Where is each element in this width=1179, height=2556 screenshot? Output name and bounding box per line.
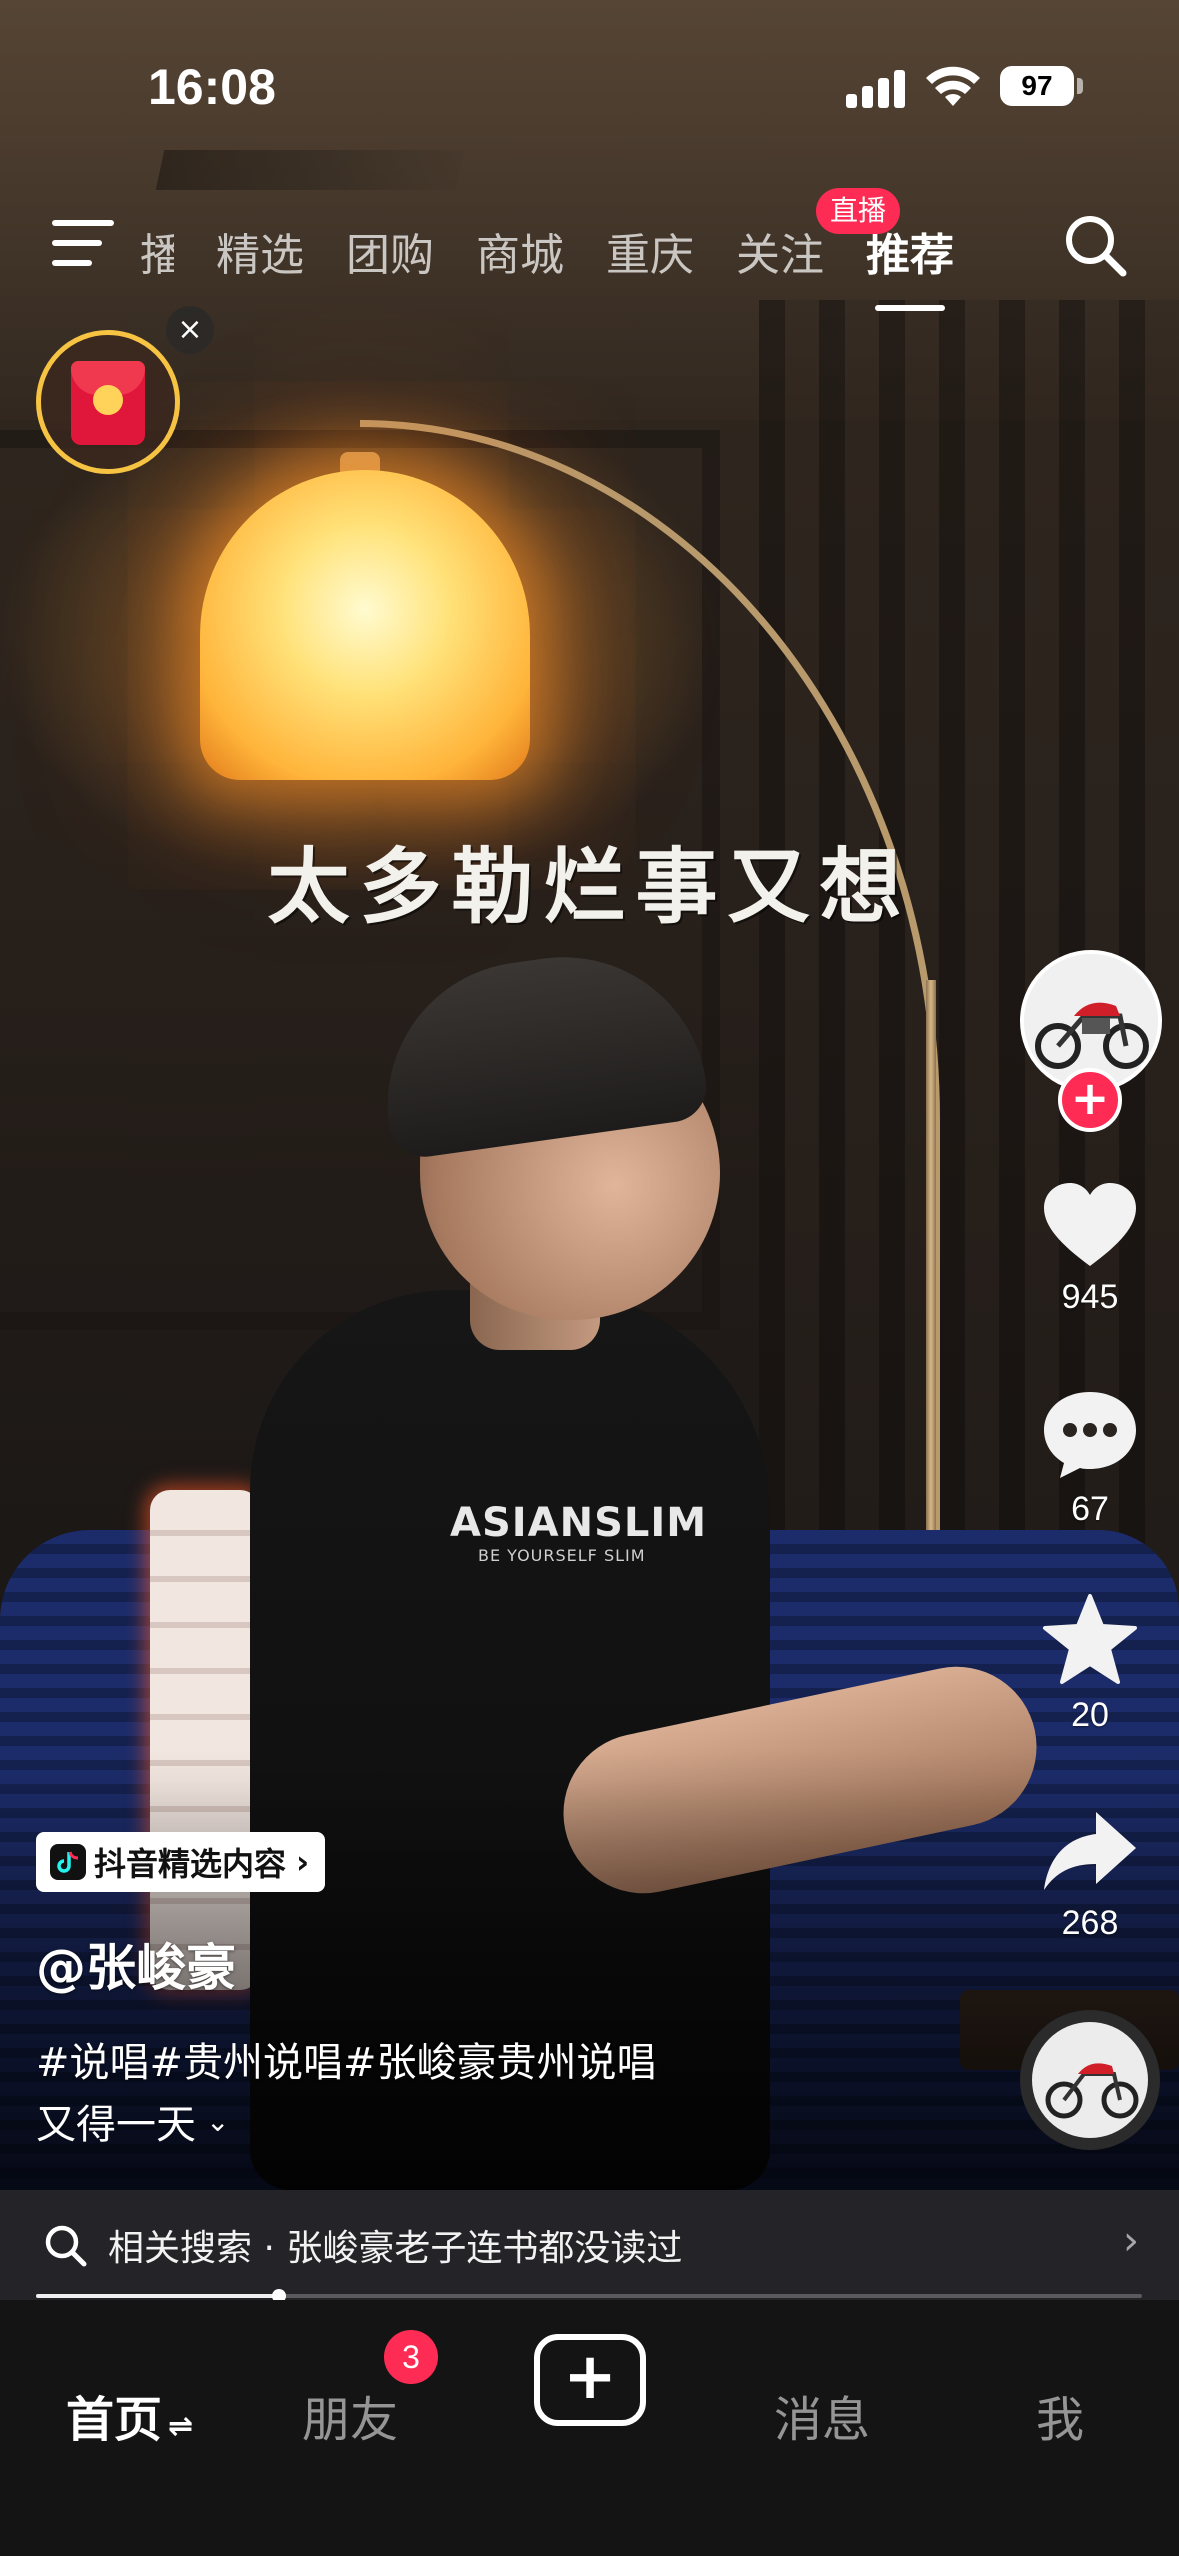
red-packet-close-button[interactable]: × (166, 306, 214, 354)
like-button[interactable]: 945 (1010, 1180, 1170, 1317)
related-search-text: 相关搜索 · 张峻豪老子连书都没读过 (108, 2228, 683, 2269)
shirt-print: ASIANSLIM BE YOURSELF SLIM (450, 1500, 708, 1565)
comment-count: 67 (1071, 1490, 1109, 1528)
lamp-pole (926, 980, 936, 1540)
cellular-signal-icon (846, 68, 906, 108)
share-arrow-icon (1044, 1812, 1136, 1890)
comment-icon (1044, 1392, 1136, 1478)
tab-partial[interactable]: 播 (140, 219, 174, 283)
tab-friends[interactable]: 朋友 (302, 2380, 398, 2450)
hashtags[interactable]: #说唱#贵州说唱#张峻豪贵州说唱 (36, 2030, 657, 2088)
related-search-bar[interactable]: 相关搜索 · 张峻豪老子连书都没读过 › (0, 2190, 1179, 2300)
chevron-right-icon: › (1123, 2218, 1139, 2264)
video-description[interactable]: 又得一天 ⌄ (36, 2092, 229, 2150)
comment-button[interactable]: 67 (1010, 1386, 1170, 1529)
active-tab-underline (875, 305, 945, 311)
lamp-shade (200, 470, 530, 780)
battery-tip (1077, 78, 1083, 94)
chevron-right-icon: › (296, 1843, 310, 1881)
like-count: 945 (1061, 1278, 1119, 1316)
music-disc-cover (1032, 2022, 1148, 2138)
music-disc[interactable] (1020, 2010, 1160, 2150)
shirt-print-line-1: ASIANSLIM (450, 1500, 708, 1546)
related-search-icon (45, 2225, 87, 2267)
live-badge: 直播 (816, 188, 901, 234)
selected-content-tag[interactable]: 抖音精选内容 › (36, 1832, 326, 1892)
star-icon (1043, 1594, 1137, 1684)
menu-icon[interactable] (52, 220, 116, 270)
video-progress-bar[interactable] (36, 2289, 1142, 2303)
douyin-logo-icon (50, 1844, 86, 1880)
follow-button[interactable]: + (1058, 1068, 1122, 1132)
battery-icon: 97 (1000, 66, 1074, 106)
share-count: 268 (1061, 1904, 1119, 1942)
favorite-count: 20 (1071, 1696, 1109, 1734)
tab-following[interactable]: 关注 (736, 219, 824, 283)
tab-recommended-label: 推荐 (866, 230, 954, 281)
favorite-button[interactable]: 20 (1010, 1592, 1170, 1735)
red-envelope-icon (71, 361, 145, 445)
tab-group-buy[interactable]: 团购 (346, 219, 434, 283)
selected-tag-label: 抖音精选内容 (94, 1845, 287, 1883)
swap-icon: ⇌ (168, 2409, 194, 2444)
wifi-icon (926, 66, 980, 106)
progress-fill (36, 2294, 280, 2298)
status-time: 16:08 (148, 59, 276, 115)
tab-messages[interactable]: 消息 (774, 2380, 870, 2450)
chevron-down-icon: ⌄ (206, 2104, 230, 2138)
status-bar: 16:08 97 (0, 0, 1179, 170)
search-icon[interactable] (1060, 210, 1130, 280)
author-name[interactable]: @张峻豪 (36, 1928, 236, 2000)
tab-me[interactable]: 我 (1036, 2380, 1084, 2450)
video-caption: 太多勒烂事又想 (267, 839, 912, 935)
red-packet-widget[interactable] (36, 330, 180, 474)
tab-home[interactable]: 首页 ⇌ (66, 2380, 193, 2450)
tab-featured[interactable]: 精选 (216, 219, 304, 283)
description-text: 又得一天 (36, 2102, 196, 2148)
create-button[interactable]: + (534, 2334, 646, 2426)
tab-mall[interactable]: 商城 (476, 219, 564, 283)
top-nav: 播 精选 团购 商城 重庆 关注 推荐 直播 (0, 180, 1179, 320)
tab-chongqing[interactable]: 重庆 (606, 219, 694, 283)
heart-icon (1044, 1183, 1136, 1266)
share-button[interactable]: 268 (1010, 1806, 1170, 1943)
friends-notification-badge: 3 (384, 2330, 438, 2384)
tab-home-label: 首页 (66, 2392, 163, 2448)
shirt-print-line-2: BE YOURSELF SLIM (478, 1546, 646, 1565)
